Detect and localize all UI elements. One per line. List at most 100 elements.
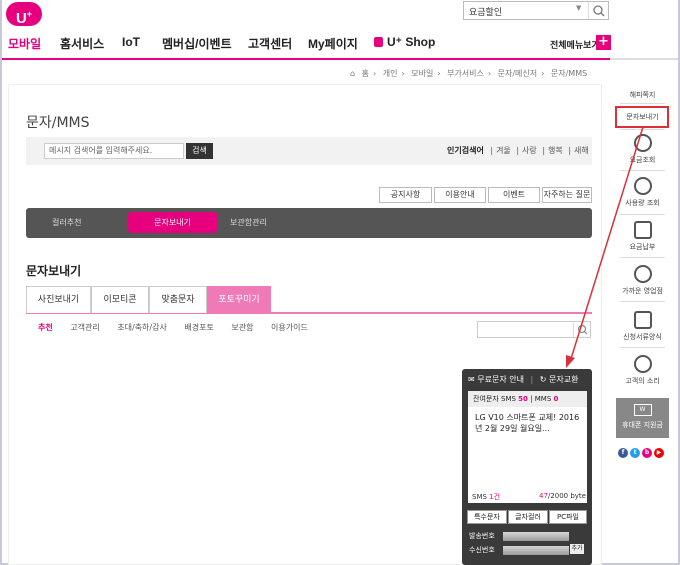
notice-button[interactable]: 공지사항 — [379, 187, 432, 203]
twitter-icon[interactable]: t — [630, 448, 640, 458]
event-button[interactable]: 이벤트 — [488, 187, 540, 203]
tab-color-recommend[interactable]: 컬러추천 — [52, 217, 81, 228]
card-icon — [633, 221, 652, 239]
shop-label: U⁺ Shop — [387, 35, 436, 49]
search-icon[interactable] — [573, 322, 590, 337]
rb-customer-voice[interactable]: 고객의 소리 — [616, 355, 669, 386]
tab-storage[interactable]: 보관함관리 — [230, 217, 267, 228]
breadcrumb-item[interactable]: 개인 — [383, 69, 398, 78]
faq-button[interactable]: 자주하는 질문 — [542, 187, 592, 203]
receiver-label: 수신번호 — [469, 546, 495, 554]
breadcrumb-item[interactable]: 홈 — [362, 69, 369, 78]
sub-menu-invite[interactable]: 초대/축하/감사 — [117, 323, 167, 332]
brand-logo[interactable]: U+ — [6, 2, 42, 27]
nav-customer-center[interactable]: 고객센터 — [248, 35, 292, 52]
phone-header: ✉ 무료문자 안내 | ↻ 문자교환 — [468, 375, 579, 384]
sub-menu-customer[interactable]: 고객관리 — [70, 323, 99, 332]
highlight-box — [615, 106, 669, 128]
divider — [620, 103, 665, 104]
sub-menu-recommend[interactable]: 추천 — [38, 323, 53, 332]
youtube-icon[interactable]: ▶ — [654, 448, 664, 458]
nav-shop[interactable]: U⁺ Shop — [374, 35, 435, 49]
logo-sup: + — [26, 9, 33, 19]
sub-menu-guide[interactable]: 이용가이드 — [271, 323, 308, 332]
search-icon[interactable] — [588, 2, 608, 19]
sub-menu: 추천 고객관리 초대/축하/감사 배경포토 보관함 이용가이드 — [38, 322, 323, 333]
rb-happy-note[interactable]: 해피쪽지 — [616, 90, 669, 100]
nav-mobile[interactable]: 모바일 — [8, 35, 41, 52]
tab-emoticon[interactable]: 이모티콘 — [91, 286, 149, 313]
message-search-input[interactable]: 메시지 검색어를 입력해주세요. — [44, 143, 184, 159]
top-search[interactable]: 요금할인 ▼ — [463, 1, 609, 20]
home-icon[interactable]: ⌂ — [350, 69, 355, 78]
message-exchange-link[interactable]: 문자교환 — [549, 375, 578, 384]
divider — [620, 214, 665, 215]
rb-payment[interactable]: 요금납부 — [616, 221, 669, 252]
logo-text: U — [15, 10, 27, 27]
message-textarea[interactable]: LG V10 스마트폰 교체! 2016년 2월 29일 월요일... — [475, 412, 583, 434]
byte-counter: 47/2000 byte — [539, 492, 586, 500]
sender-label: 발송번호 — [469, 532, 495, 540]
facebook-icon[interactable]: f — [618, 448, 628, 458]
popular-term[interactable]: 행복 — [548, 146, 563, 155]
tab-send-message[interactable]: 문자보내기 — [128, 212, 217, 233]
pc-file-button[interactable]: PC파일 — [549, 510, 587, 524]
message-search-button[interactable]: 검색 — [186, 143, 213, 159]
free-sms-guide-link[interactable]: 무료문자 안내 — [477, 375, 524, 384]
tab-custom-message[interactable]: 맞춤문자 — [149, 286, 207, 313]
section-title: 문자보내기 — [26, 264, 82, 278]
refresh-icon: ↻ — [539, 375, 547, 384]
add-receiver-button[interactable]: 추가 — [570, 544, 584, 554]
main-nav: 모바일 홈서비스 IoT 멤버십/이벤트 고객센터 My페이지 U⁺ Shop … — [2, 32, 678, 59]
breadcrumb: ⌂ 홈 › 개인 › 모바일 › 부가서비스 › 문자/메신저 › 문자/MMS — [350, 69, 588, 78]
nav-membership[interactable]: 멤버십/이벤트 — [162, 35, 232, 52]
popular-term[interactable]: 새해 — [574, 146, 589, 155]
nav-home-service[interactable]: 홈서비스 — [60, 35, 104, 52]
sub-menu-background[interactable]: 배경포토 — [184, 323, 213, 332]
phone-screen — [468, 391, 587, 503]
rb-fee-inquiry[interactable]: 요금조회 — [616, 134, 669, 165]
full-menu-link[interactable]: 전체메뉴보기 — [550, 38, 600, 51]
nav-underline-gray — [610, 58, 678, 60]
nav-mypage[interactable]: My페이지 — [308, 35, 358, 52]
sub-menu-storage[interactable]: 보관함 — [231, 323, 253, 332]
dropdown-arrow-icon[interactable]: ▼ — [576, 4, 581, 12]
receiver-field[interactable] — [503, 546, 569, 555]
mms-count: 0 — [553, 395, 559, 403]
mail-icon: ✉ — [468, 375, 475, 384]
breadcrumb-item[interactable]: 부가서비스 — [447, 69, 484, 78]
search-input[interactable]: 요금할인 — [469, 5, 502, 18]
remaining-messages: 잔여문자 SMS 50 | MMS 0 — [468, 391, 587, 407]
rb-forms[interactable]: 신청서류양식 — [616, 311, 669, 342]
sender-field[interactable] — [503, 532, 569, 541]
divider — [620, 129, 665, 130]
guide-button[interactable]: 이용안내 — [434, 187, 486, 203]
divider — [620, 257, 665, 258]
breadcrumb-item[interactable]: 모바일 — [411, 69, 433, 78]
plus-icon[interactable]: + — [596, 35, 611, 50]
breadcrumb-item[interactable]: 문자/메신저 — [498, 69, 538, 78]
map-pin-icon — [633, 265, 652, 283]
rb-usage-inquiry[interactable]: 사용량 조회 — [616, 177, 669, 208]
tab-photo-decorate[interactable]: 포토꾸미기 — [207, 286, 271, 313]
shopping-bag-icon — [374, 37, 383, 47]
popular-term[interactable]: 겨울 — [496, 146, 511, 155]
sub-search-input[interactable] — [477, 321, 591, 338]
edit-icon — [633, 311, 652, 329]
breadcrumb-item[interactable]: 문자/MMS — [551, 69, 587, 78]
divider — [620, 170, 665, 171]
blog-icon[interactable]: b — [642, 448, 652, 458]
page-title: 문자/MMS — [26, 115, 90, 131]
usage-search-icon — [633, 177, 652, 195]
rb-phone-subsidy[interactable]: W 휴대폰 지원금 — [616, 398, 669, 438]
text-color-button[interactable]: 글자컬러 — [508, 510, 548, 524]
special-char-button[interactable]: 특수문자 — [467, 510, 507, 524]
social-links: f t b ▶ — [618, 446, 666, 458]
popular-term[interactable]: 사랑 — [522, 146, 537, 155]
rb-nearby-store[interactable]: 가까운 영업점 — [616, 265, 669, 296]
popular-label: 인기검색어 — [447, 146, 484, 155]
tab-photo-send[interactable]: 사진보내기 — [26, 286, 91, 313]
nav-iot[interactable]: IoT — [122, 35, 140, 49]
fee-search-icon — [633, 134, 652, 152]
sms-count: 50 — [518, 395, 528, 403]
